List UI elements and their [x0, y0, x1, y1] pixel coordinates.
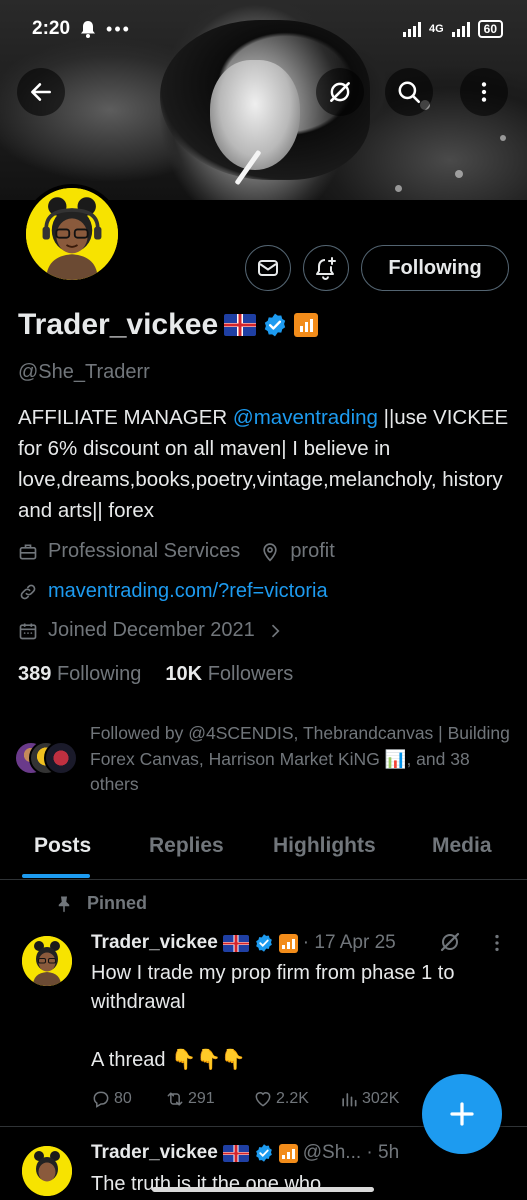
verified-badge-icon — [255, 934, 272, 952]
pin-icon — [58, 896, 70, 912]
tab-posts[interactable]: Posts — [34, 834, 91, 858]
tweet-author-name[interactable]: Trader_vickee — [91, 1142, 218, 1164]
affiliate-org-badge-icon — [278, 1143, 298, 1163]
tweet-avatar[interactable] — [22, 1146, 72, 1196]
profile-location: profit — [290, 540, 335, 562]
profile-name-row: Trader_vickee — [18, 308, 319, 342]
uk-flag-icon — [222, 1144, 249, 1162]
profile-joined-date: Joined December 2021 — [48, 619, 255, 641]
profile-meta-row-1: Professional Services profit — [18, 540, 335, 563]
link-icon — [20, 584, 36, 599]
repost-icon — [167, 1092, 183, 1106]
tab-highlights[interactable]: Highlights — [273, 834, 376, 858]
like-icon — [255, 1092, 271, 1107]
tweet-actions: 80 291 2.2K 302K — [91, 1089, 399, 1109]
notification-bell-status-icon — [81, 21, 96, 38]
views-button[interactable]: 302K — [339, 1089, 399, 1109]
notifications-button[interactable] — [303, 245, 349, 291]
affiliate-org-badge-icon[interactable] — [294, 313, 319, 337]
uk-flag-icon — [222, 934, 249, 952]
profile-avatar[interactable] — [22, 184, 122, 284]
verified-badge-icon — [255, 1144, 272, 1162]
reply-icon — [93, 1091, 109, 1108]
following-button[interactable]: Following — [361, 245, 509, 291]
more-vertical-icon — [481, 82, 487, 102]
back-arrow-icon — [31, 83, 51, 101]
tweet-more-icon[interactable] — [486, 932, 508, 954]
back-button[interactable] — [17, 68, 65, 116]
tweet-date: · 17 Apr 25 — [302, 932, 396, 953]
reply-button[interactable]: 80 — [91, 1089, 165, 1109]
tweet-text: The truth is it the one who... — [91, 1173, 338, 1195]
calendar-icon — [19, 623, 37, 639]
tweet-header: Trader_vickee @Sh... · 5h — [91, 1142, 399, 1164]
repost-button[interactable]: 291 — [165, 1089, 253, 1109]
signal-2-icon — [451, 21, 470, 37]
tab-replies[interactable]: Replies — [149, 834, 224, 858]
views-icon — [342, 1093, 357, 1107]
signal-icon — [402, 21, 421, 37]
active-tab-indicator — [22, 874, 90, 878]
bio-mention-link[interactable]: @maventrading — [233, 406, 378, 429]
tweet-handle-date: @Sh... · 5h — [302, 1142, 400, 1163]
profile-handle: @She_Traderr — [18, 361, 150, 383]
location-icon — [263, 542, 277, 562]
profile-category[interactable]: Professional Services — [48, 540, 240, 563]
message-button[interactable] — [245, 245, 291, 291]
follow-counts: 389 Following 10K Followers — [18, 663, 293, 686]
followers-count-link[interactable]: 10K Followers — [165, 663, 293, 686]
chevron-right-icon — [271, 624, 280, 637]
tweet-avatar[interactable] — [22, 936, 72, 986]
profile-bio: AFFILIATE MANAGER @maventrading ||use VI… — [18, 406, 509, 522]
profile-tabs: Posts Replies Highlights Media — [0, 822, 527, 880]
gesture-nav-handle[interactable] — [152, 1187, 374, 1192]
briefcase-icon — [19, 544, 37, 559]
verified-badge-icon[interactable] — [262, 312, 288, 338]
battery-icon: 60 — [477, 20, 503, 38]
grok-button[interactable] — [316, 68, 364, 116]
followed-by-section[interactable]: Followed by @4SCENDIS, Thebrandcanvas | … — [14, 721, 510, 798]
search-button[interactable] — [385, 68, 433, 116]
avatar-image — [26, 188, 118, 280]
grok-icon[interactable] — [438, 930, 462, 954]
message-icon — [258, 260, 278, 276]
profile-meta-row-3[interactable]: Joined December 2021 — [18, 619, 285, 642]
following-count-link[interactable]: 389 Following — [18, 663, 141, 686]
tweet-author-name[interactable]: Trader_vickee — [91, 932, 218, 954]
search-icon — [398, 81, 421, 104]
compose-plus-icon — [450, 1102, 474, 1126]
followed-by-text: Followed by @4SCENDIS, Thebrandcanvas | … — [90, 723, 510, 794]
clock: 2:20 — [32, 18, 71, 39]
profile-name: Trader_vickee — [18, 308, 219, 341]
network-type: 4G — [428, 23, 444, 35]
grok-icon — [330, 82, 350, 102]
tweet-header: Trader_vickee · 17 Apr 25 — [91, 932, 396, 954]
affiliate-org-badge-icon — [278, 933, 298, 953]
notification-bell-icon — [316, 257, 336, 280]
tab-media[interactable]: Media — [432, 834, 492, 858]
uk-flag-icon — [224, 314, 257, 336]
like-button[interactable]: 2.2K — [253, 1089, 339, 1109]
more-status-icon: ••• — [106, 18, 131, 39]
more-options-button[interactable] — [460, 68, 508, 116]
compose-button[interactable] — [422, 1074, 502, 1154]
profile-website-link[interactable]: maventrading.com/?ref=victoria — [48, 580, 328, 603]
followers-you-know-avatars — [14, 741, 80, 781]
profile-meta-row-2: maventrading.com/?ref=victoria — [18, 580, 328, 603]
status-bar: 2:20 ••• 4G 60 — [0, 0, 527, 58]
pinned-indicator: Pinned — [55, 893, 147, 914]
tweet-text: How I trade my prop firm from phase 1 to… — [91, 962, 455, 1071]
